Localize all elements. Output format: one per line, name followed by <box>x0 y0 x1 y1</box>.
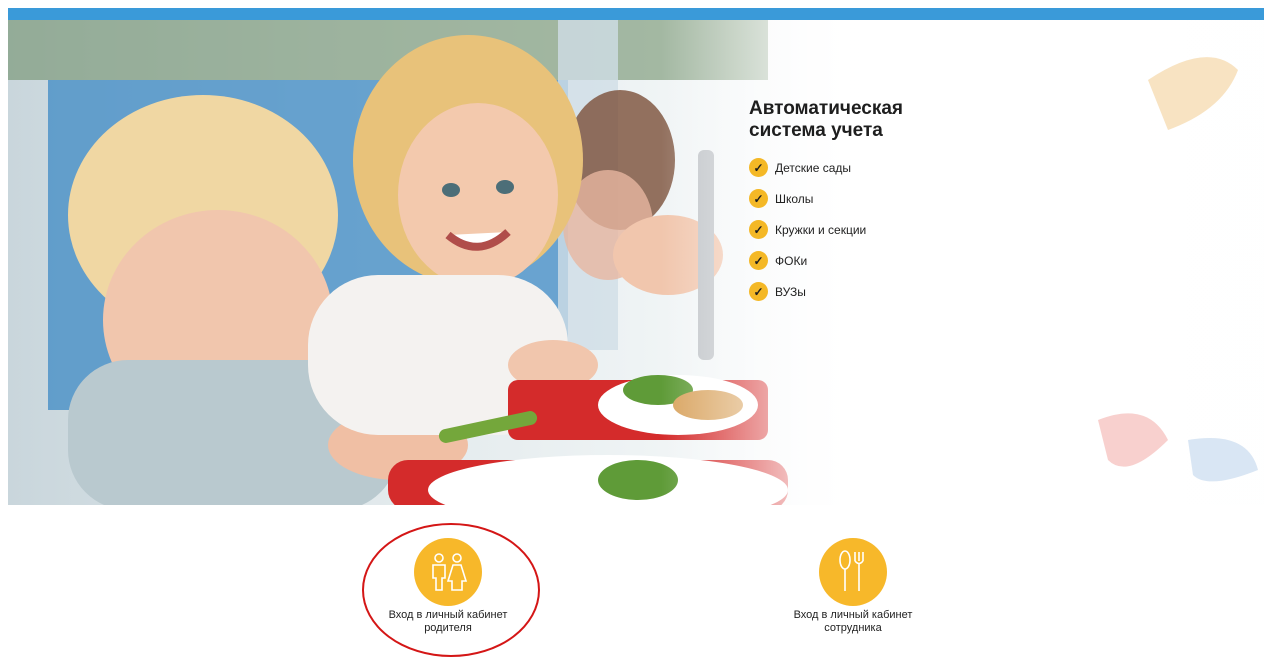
cutlery-icon[interactable] <box>819 538 887 606</box>
feature-item: ✓ ВУЗы <box>749 276 1009 307</box>
feature-item: ✓ ФОКи <box>749 245 1009 276</box>
top-accent-bar <box>8 8 1264 20</box>
feature-label: Детские сады <box>775 160 852 175</box>
feature-item: ✓ Кружки и секции <box>749 214 1009 245</box>
check-icon: ✓ <box>749 251 768 270</box>
hero-title-line1: Автоматическая <box>749 98 903 119</box>
feature-list: ✓ Детские сады ✓ Школы ✓ Кружки и секции… <box>749 152 1009 307</box>
check-icon: ✓ <box>749 189 768 208</box>
feature-label: ФОКи <box>775 253 808 268</box>
hero-title-line2: система учета <box>749 120 883 141</box>
hero-title: Автоматическая система учета <box>749 98 1009 142</box>
hero-info-panel: Автоматическая система учета ✓ Детские с… <box>749 98 1009 307</box>
parent-login-button[interactable]: Вход в личный кабинет родителя <box>358 538 538 635</box>
feature-label: ВУЗы <box>775 284 806 299</box>
feature-item: ✓ Школы <box>749 183 1009 214</box>
feature-item: ✓ Детские сады <box>749 152 1009 183</box>
parents-icon[interactable] <box>414 538 482 606</box>
check-icon: ✓ <box>749 282 768 301</box>
feature-label: Школы <box>775 191 814 206</box>
staff-login-button[interactable]: Вход в личный кабинет сотрудника <box>763 538 943 635</box>
staff-login-label[interactable]: Вход в личный кабинет сотрудника <box>763 609 943 635</box>
parent-login-label[interactable]: Вход в личный кабинет родителя <box>358 609 538 635</box>
hero-photo-illustration <box>8 20 1264 505</box>
check-icon: ✓ <box>749 158 768 177</box>
check-icon: ✓ <box>749 220 768 239</box>
feature-label: Кружки и секции <box>775 222 867 237</box>
hero-banner: Автоматическая система учета ✓ Детские с… <box>8 20 1264 505</box>
